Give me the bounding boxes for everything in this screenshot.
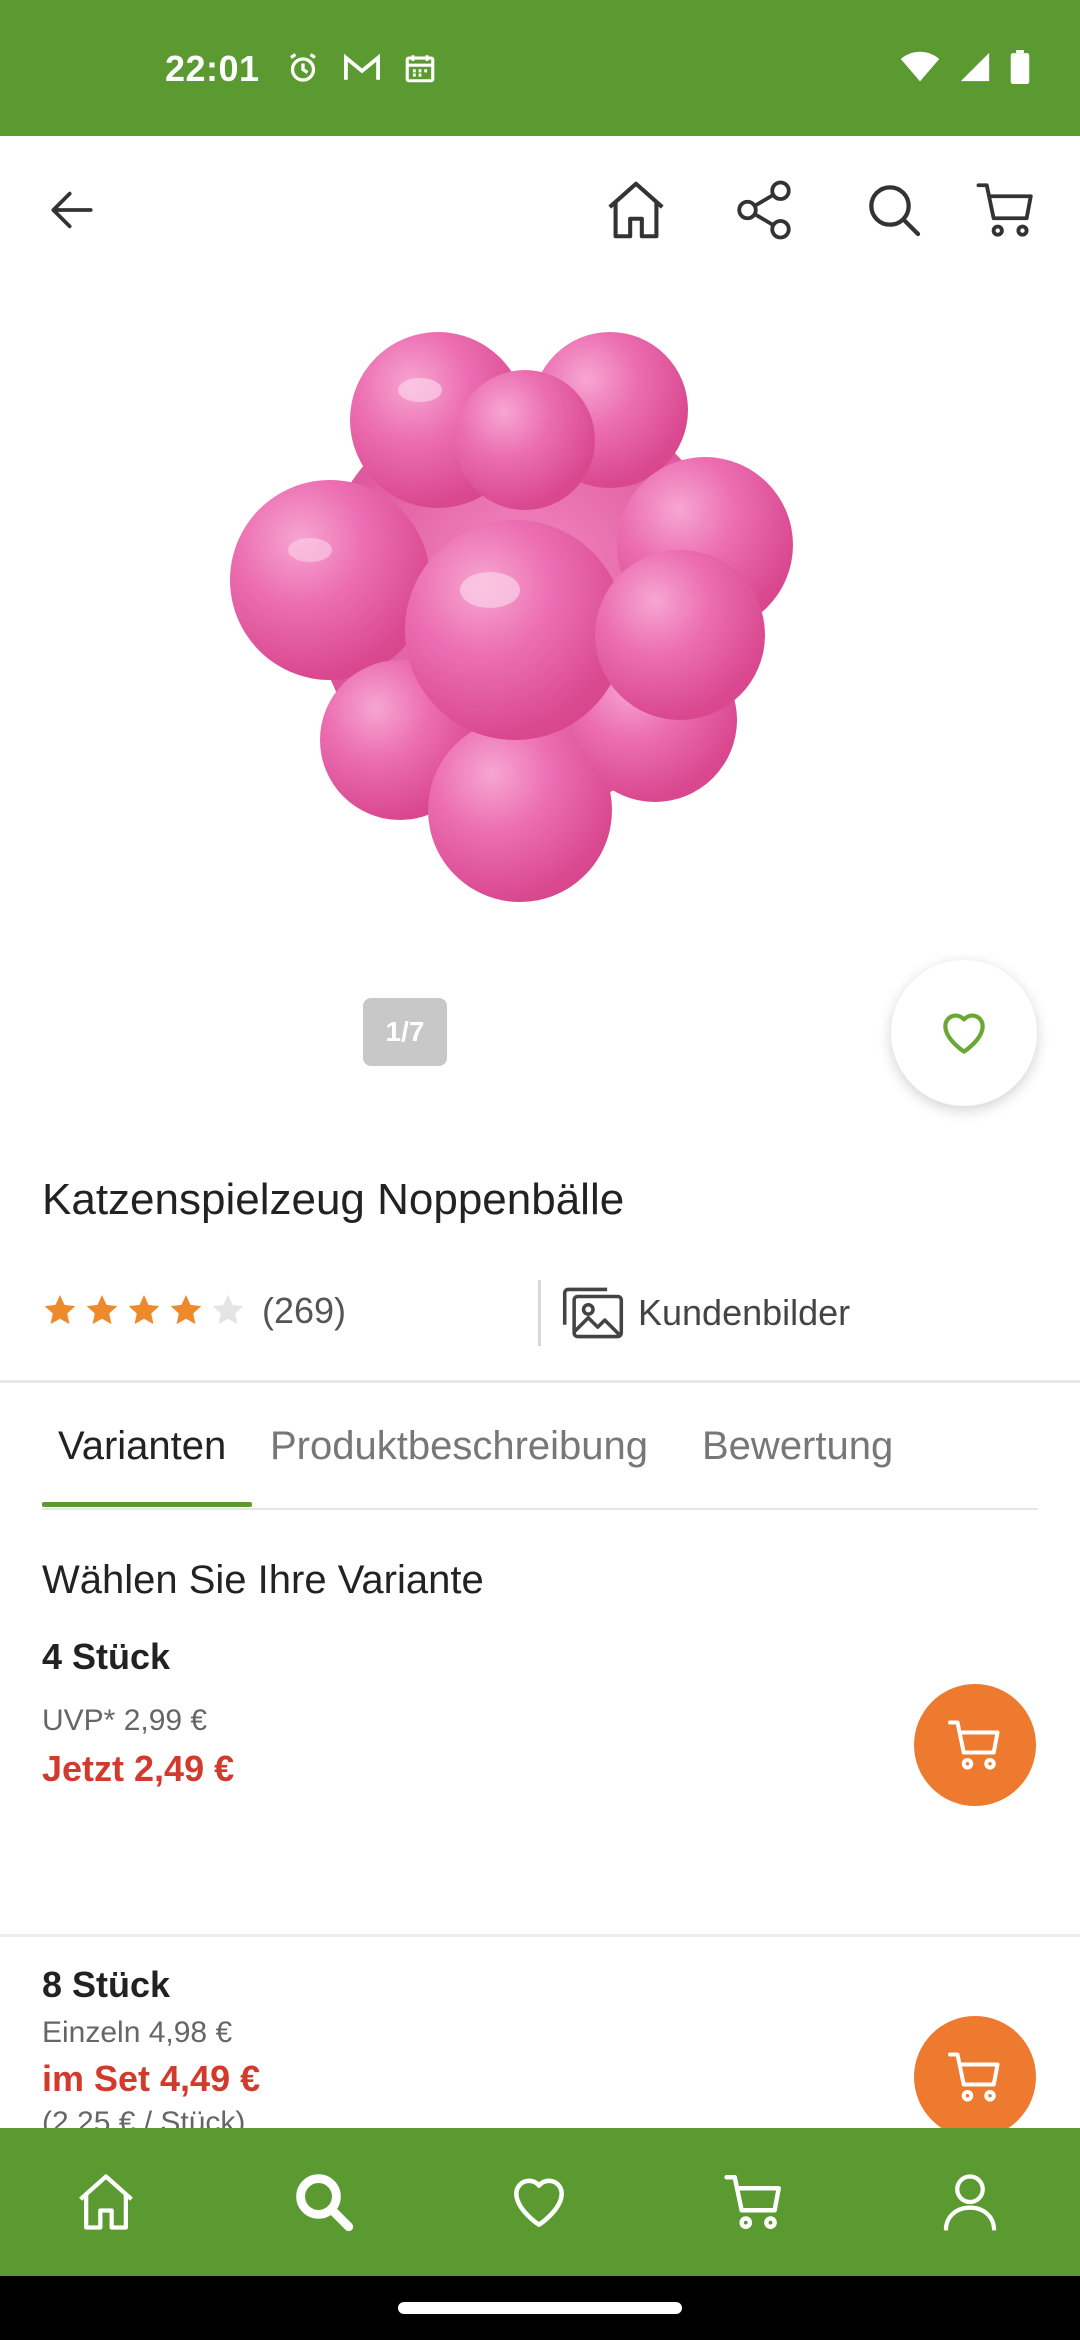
- cart-icon: [976, 183, 1033, 237]
- nav-cart[interactable]: [712, 2160, 796, 2244]
- gesture-handle[interactable]: [398, 2302, 682, 2314]
- gmail-icon: [343, 53, 381, 88]
- variant-heading: Wählen Sie Ihre Variante: [42, 1558, 484, 1602]
- status-time: 22:01: [165, 48, 260, 89]
- image-counter: 1/7: [363, 998, 447, 1066]
- cart-icon: [948, 2052, 1000, 2102]
- share-button[interactable]: [726, 172, 802, 248]
- home-icon: [608, 181, 664, 239]
- status-notification-icons: [285, 50, 437, 91]
- variant-price: im Set 4,49 €: [42, 2058, 261, 2099]
- status-bar: 22:01: [0, 0, 1080, 136]
- home-button[interactable]: [598, 172, 674, 248]
- cart-icon: [724, 2175, 781, 2229]
- variant-name: 8 Stück: [42, 1964, 171, 2005]
- nav-account[interactable]: [928, 2160, 1012, 2244]
- variant-uvp: UVP* 2,99 €: [42, 1704, 208, 1737]
- gallery-icon: [562, 1287, 624, 1339]
- add-to-cart-button[interactable]: [914, 1684, 1036, 1806]
- divider: [538, 1280, 541, 1346]
- add-to-cart-button[interactable]: [914, 2016, 1036, 2138]
- top-toolbar: [0, 136, 1080, 286]
- rating-row: (269) Kundenbilder: [42, 1280, 1042, 1350]
- star-filled-icon: [128, 1295, 160, 1325]
- favorite-button[interactable]: [891, 960, 1037, 1106]
- variant-divider: [0, 1934, 1080, 1937]
- cart-icon: [948, 1720, 1000, 1770]
- customer-images-label: Kundenbilder: [638, 1292, 851, 1333]
- battery-icon: [1010, 50, 1030, 89]
- nav-home[interactable]: [64, 2160, 148, 2244]
- nav-search[interactable]: [282, 2160, 366, 2244]
- search-icon: [869, 185, 921, 237]
- heart-icon: [514, 2178, 564, 2227]
- home-icon: [79, 2174, 133, 2230]
- back-button[interactable]: [34, 172, 110, 248]
- variant-name: 4 Stück: [42, 1636, 171, 1677]
- wifi-icon: [900, 51, 940, 88]
- product-image[interactable]: [200, 290, 860, 910]
- signal-icon: [958, 50, 992, 89]
- star-filled-icon: [86, 1295, 118, 1325]
- search-button[interactable]: [856, 172, 932, 248]
- heart-icon: [943, 1013, 985, 1054]
- tab-bar: Varianten Produktbeschreibung Bewertung: [42, 1410, 1038, 1510]
- active-tab-indicator: [42, 1502, 252, 1507]
- search-icon: [296, 2174, 354, 2232]
- section-divider: [0, 1380, 1080, 1383]
- account-icon: [943, 2174, 997, 2231]
- tab-varianten[interactable]: Varianten: [58, 1424, 226, 1469]
- variant-single-price: Einzeln 4,98 €: [42, 2016, 233, 2049]
- system-gesture-bar: [0, 2276, 1080, 2340]
- rating-stars[interactable]: [42, 1292, 246, 1328]
- nav-wishlist[interactable]: [497, 2160, 581, 2244]
- customer-images-link[interactable]: Kundenbilder: [560, 1280, 850, 1346]
- tab-produktbeschreibung[interactable]: Produktbeschreibung: [270, 1424, 648, 1469]
- star-filled-icon: [44, 1295, 76, 1325]
- share-icon: [737, 180, 791, 240]
- cart-button[interactable]: [968, 172, 1044, 248]
- status-system-icons: [900, 50, 1030, 89]
- product-title: Katzenspielzeug Noppenbälle: [42, 1175, 625, 1224]
- variant-price: Jetzt 2,49 €: [42, 1748, 235, 1789]
- star-empty-icon: [212, 1295, 244, 1325]
- back-arrow-icon: [51, 191, 93, 229]
- calendar-icon: [403, 51, 437, 90]
- rating-count[interactable]: (269): [262, 1290, 346, 1332]
- tab-bewertung[interactable]: Bewertung: [702, 1424, 893, 1469]
- bottom-navigation: [0, 2128, 1080, 2276]
- star-filled-icon: [170, 1295, 202, 1325]
- alarm-icon: [285, 50, 321, 91]
